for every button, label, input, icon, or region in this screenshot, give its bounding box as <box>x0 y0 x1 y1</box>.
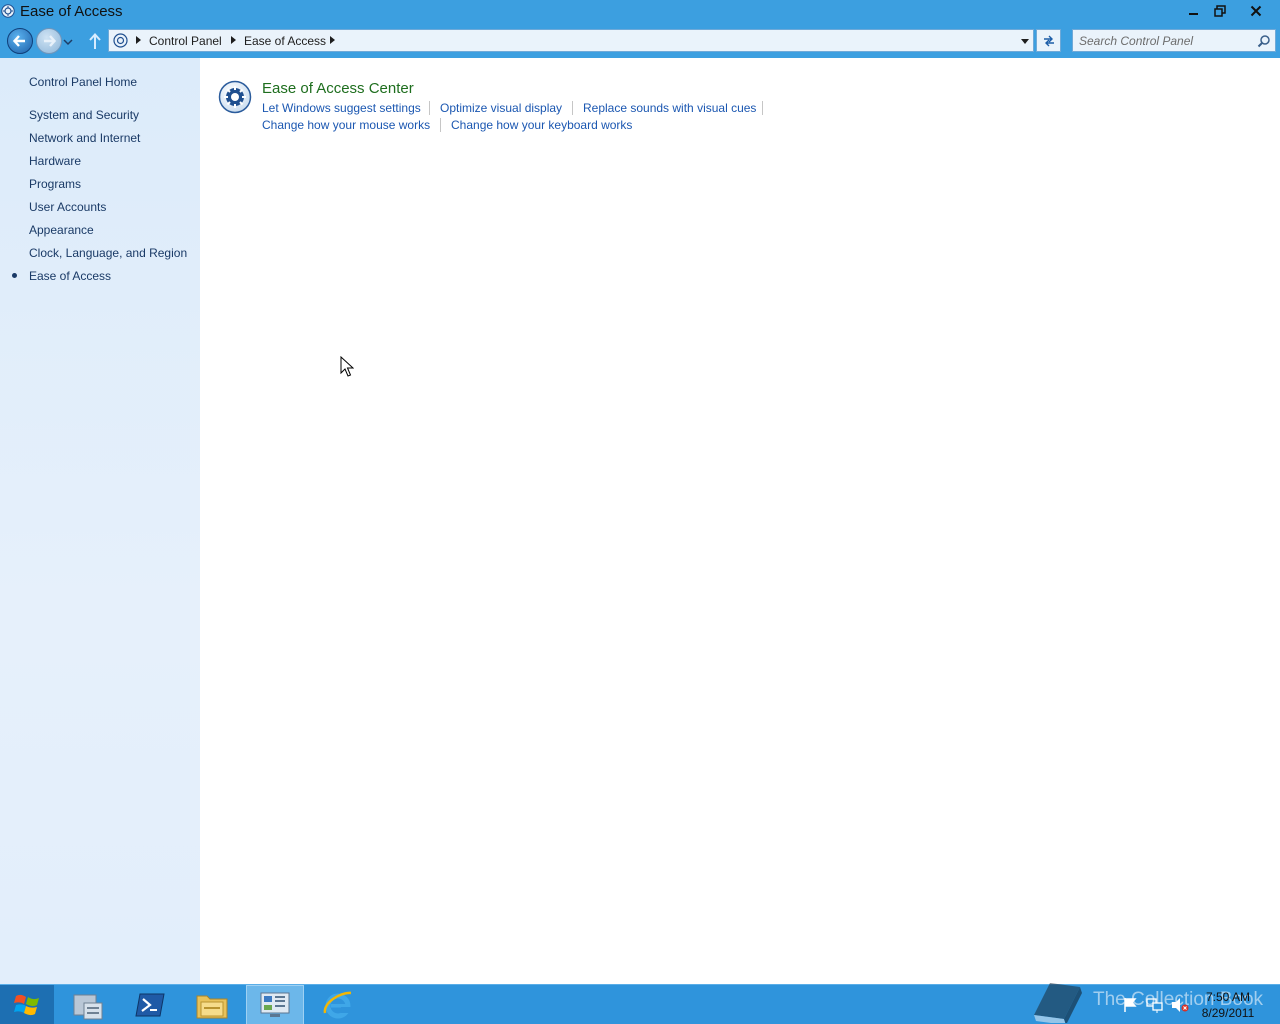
restore-icon <box>1214 4 1226 17</box>
left-navigation-pane: Control Panel Home System and Security N… <box>0 58 200 984</box>
windows-logo-icon <box>14 994 39 1016</box>
taskbar-internet-explorer[interactable] <box>310 985 366 1024</box>
powershell-icon <box>135 993 165 1017</box>
tray-network[interactable] <box>1144 995 1164 1015</box>
taskbar-file-explorer[interactable] <box>184 985 240 1024</box>
file-explorer-icon <box>196 995 228 1019</box>
ease-of-access-center-icon[interactable] <box>218 80 252 114</box>
book-logo-icon <box>1034 983 1082 1023</box>
tray-volume[interactable] <box>1170 995 1190 1015</box>
window-title: Ease of Access <box>20 3 123 20</box>
search-box[interactable] <box>1072 29 1276 52</box>
tray-action-center[interactable] <box>1120 995 1140 1015</box>
recent-locations-chevron-down-icon[interactable] <box>63 37 73 47</box>
minimize-button[interactable] <box>1181 0 1207 21</box>
sidebar-item-hardware[interactable]: Hardware <box>29 154 81 168</box>
breadcrumb-chevron-right-icon[interactable] <box>330 36 335 44</box>
breadcrumb-control-panel[interactable]: Control Panel <box>149 34 222 48</box>
replace-sounds-with-visual-cues-link[interactable]: Replace sounds with visual cues <box>583 101 756 115</box>
change-how-your-keyboard-works-link[interactable]: Change how your keyboard works <box>451 118 632 132</box>
taskbar-control-panel[interactable] <box>246 985 304 1024</box>
control-panel-icon <box>260 992 290 1017</box>
main-content: Ease of Access Center Let Windows sugges… <box>200 58 1280 984</box>
title-bar: Ease of Access <box>0 0 1280 23</box>
close-button[interactable] <box>1233 0 1279 21</box>
ease-of-access-center-title[interactable]: Ease of Access Center <box>262 80 414 97</box>
link-separator <box>440 118 441 132</box>
mouse-pointer-icon <box>340 356 354 377</box>
arrow-right-icon <box>44 35 57 47</box>
sidebar-item-appearance[interactable]: Appearance <box>29 223 94 237</box>
flag-icon <box>1124 998 1137 1012</box>
link-separator <box>429 101 430 115</box>
ease-of-access-icon <box>113 33 128 48</box>
breadcrumb-chevron-right-icon[interactable] <box>136 36 141 44</box>
address-history-chevron-down-icon[interactable] <box>1020 36 1030 46</box>
restore-button[interactable] <box>1207 0 1233 21</box>
ease-of-access-icon <box>1 4 15 18</box>
sidebar-item-system-and-security[interactable]: System and Security <box>29 108 139 122</box>
let-windows-suggest-settings-link[interactable]: Let Windows suggest settings <box>262 101 421 115</box>
sidebar-item-programs[interactable]: Programs <box>29 177 81 191</box>
navigation-bar: Control Panel Ease of Access <box>0 23 1280 58</box>
sidebar-item-ease-of-access[interactable]: Ease of Access <box>29 269 111 283</box>
address-bar[interactable]: Control Panel Ease of Access <box>108 29 1034 52</box>
sidebar-item-user-accounts[interactable]: User Accounts <box>29 200 106 214</box>
taskbar-server-manager[interactable] <box>60 985 116 1024</box>
link-separator <box>762 101 763 115</box>
sidebar-item-network-and-internet[interactable]: Network and Internet <box>29 131 140 145</box>
back-button[interactable] <box>7 28 33 54</box>
control-panel-home-link[interactable]: Control Panel Home <box>29 75 137 89</box>
network-icon <box>1146 998 1163 1013</box>
clock-time: 7:50 AM <box>1205 990 1251 1004</box>
refresh-button[interactable] <box>1036 29 1061 52</box>
taskbar-clock[interactable]: 7:50 AM 8/29/2011 <box>1196 989 1260 1021</box>
link-separator <box>572 101 573 115</box>
sidebar-item-clock-language-region[interactable]: Clock, Language, and Region <box>29 246 187 260</box>
up-arrow-icon[interactable] <box>87 32 103 50</box>
change-how-your-mouse-works-link[interactable]: Change how your mouse works <box>262 118 430 132</box>
breadcrumb-chevron-right-icon[interactable] <box>231 36 236 44</box>
forward-button[interactable] <box>36 28 62 54</box>
taskbar: The Collection Book 7:50 AM 8/29/2011 <box>0 983 1280 1024</box>
refresh-icon <box>1043 35 1054 46</box>
minimize-icon <box>1189 12 1198 15</box>
optimize-visual-display-link[interactable]: Optimize visual display <box>440 101 562 115</box>
taskbar-powershell[interactable] <box>122 985 178 1024</box>
clock-date: 8/29/2011 <box>1201 1006 1255 1020</box>
breadcrumb-ease-of-access[interactable]: Ease of Access <box>244 34 326 48</box>
close-icon <box>1250 5 1262 16</box>
start-button[interactable] <box>0 985 54 1024</box>
internet-explorer-icon <box>323 991 352 1019</box>
server-manager-icon <box>73 994 103 1020</box>
volume-muted-icon <box>1172 998 1189 1012</box>
arrow-left-icon <box>12 35 25 47</box>
current-item-bullet <box>12 273 17 278</box>
search-icon[interactable] <box>1257 34 1271 48</box>
search-input[interactable] <box>1079 32 1251 49</box>
